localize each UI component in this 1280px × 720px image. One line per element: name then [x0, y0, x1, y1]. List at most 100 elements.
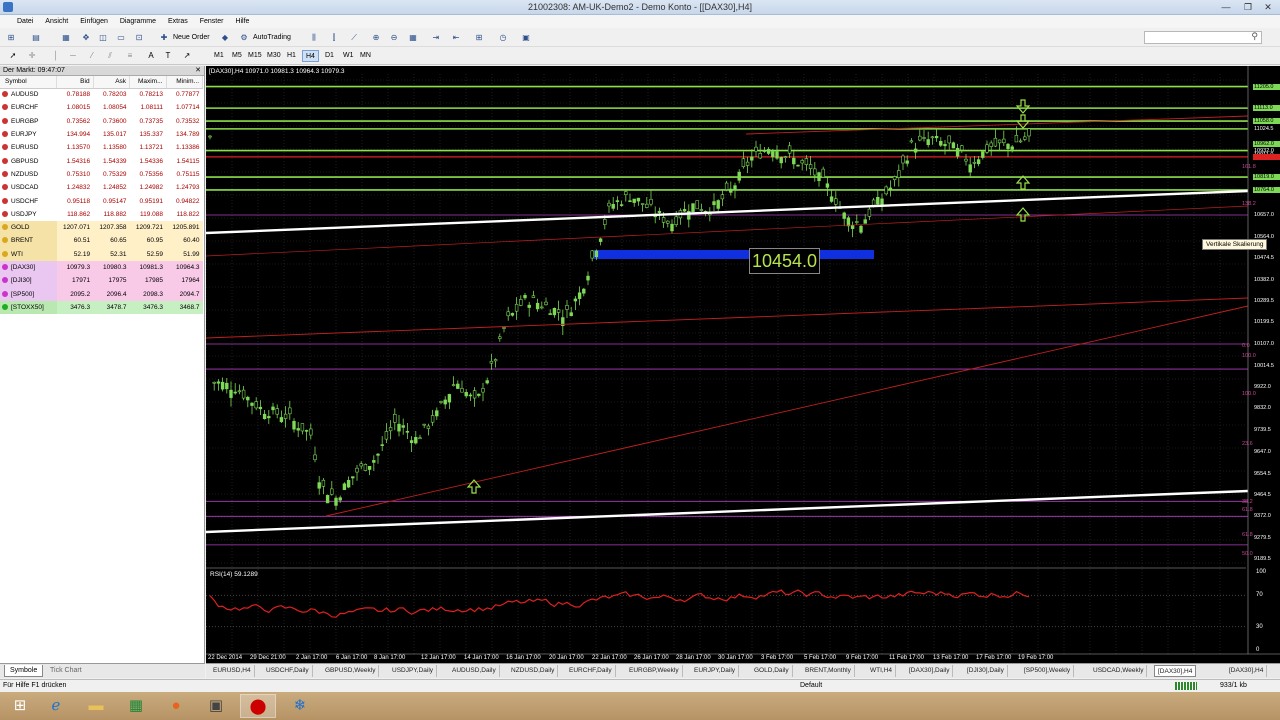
timeframe-m5[interactable]: M5 — [232, 50, 242, 62]
table-row[interactable]: [DJI30] 17971 17975 17985 17964 — [0, 274, 203, 288]
indicators-icon[interactable]: ⊞ — [473, 32, 485, 44]
timeframe-w1[interactable]: W1 — [343, 50, 354, 62]
table-row[interactable]: EURJPY 134.994 135.017 135.337 134.789 — [0, 128, 203, 141]
chart-tab[interactable]: AUDUSD,Daily — [449, 665, 500, 677]
chart-tab[interactable]: BRENT,Monthly — [802, 665, 855, 677]
price-chart-canvas[interactable] — [206, 66, 1280, 663]
terminal-icon[interactable]: ▭ — [115, 32, 127, 44]
chart-tab[interactable]: USDCHF,Daily — [263, 665, 313, 677]
table-row[interactable]: AUDUSD 0.78188 0.78203 0.78213 0.77877 — [0, 88, 203, 101]
timeframe-mn[interactable]: MN — [360, 50, 371, 62]
column-header[interactable]: Bid — [56, 76, 94, 89]
candlestick-icon[interactable]: ⫿ — [328, 32, 340, 44]
chart-tab[interactable]: USDJPY,Daily — [389, 665, 438, 677]
menu-help[interactable]: Hilfe — [230, 15, 254, 28]
chart-tab[interactable]: [DAX30],Daily — [906, 665, 954, 677]
maximize-button[interactable]: ❐ — [1238, 1, 1258, 13]
profiles-icon[interactable]: ▤ — [30, 32, 42, 44]
timeframe-m30[interactable]: M30 — [267, 50, 281, 62]
minimize-button[interactable]: — — [1216, 1, 1236, 13]
navigator-icon[interactable]: ◫ — [97, 32, 109, 44]
table-row[interactable]: GOLD 1207.071 1207.358 1209.721 1205.891 — [0, 220, 203, 235]
periods-icon[interactable]: ◷ — [497, 32, 509, 44]
vertical-line-icon[interactable]: │ — [50, 50, 62, 62]
chart-window[interactable]: [DAX30],H4 10971.0 10981.3 10964.3 10979… — [206, 66, 1280, 663]
app-icon[interactable]: ▣ — [198, 694, 234, 718]
table-row[interactable]: USDCAD 1.24832 1.24852 1.24982 1.24793 — [0, 181, 203, 194]
zoom-in-icon[interactable]: ⊕ — [370, 32, 382, 44]
tab-tick-chart[interactable]: Tick Chart — [45, 665, 87, 677]
metatrader-icon[interactable]: ⬤ — [240, 694, 276, 718]
chart-tab[interactable]: EURJPY,Daily — [691, 665, 740, 677]
column-header[interactable]: Minim... — [166, 76, 204, 89]
file-explorer-icon[interactable]: ▬ — [78, 694, 114, 718]
crosshair-tool-icon[interactable]: ✛ — [26, 50, 38, 62]
table-row[interactable]: EURUSD 1.13570 1.13580 1.13721 1.13386 — [0, 141, 203, 154]
table-row[interactable]: NZDUSD 0.75310 0.75329 0.75356 0.75115 — [0, 168, 203, 181]
table-row[interactable]: USDCHF 0.95118 0.95147 0.95191 0.94822 — [0, 194, 203, 207]
table-row[interactable]: [SP500] 2095.2 2096.4 2098.3 2094.7 — [0, 287, 203, 301]
table-row[interactable]: [STOXX50] 3476.3 3478.7 3476.3 3468.7 — [0, 300, 203, 315]
table-row[interactable]: USDJPY 118.862 118.882 119.088 118.822 — [0, 208, 203, 221]
table-row[interactable]: EURCHF 1.08015 1.08054 1.08111 1.07714 — [0, 101, 203, 114]
menu-tools[interactable]: Extras — [163, 15, 193, 28]
price-label[interactable]: 10454.0 — [749, 248, 821, 274]
start-icon[interactable]: ⊞ — [2, 694, 38, 718]
timeframe-h1[interactable]: H1 — [287, 50, 296, 62]
autotrading-icon[interactable]: ⚙ — [238, 32, 250, 44]
menu-charts[interactable]: Diagramme — [115, 15, 161, 28]
chart-tab[interactable]: [DAX30],H4 — [1154, 665, 1197, 677]
snowflake-app-icon[interactable]: ❄ — [282, 694, 318, 718]
timeframe-h4[interactable]: H4 — [302, 50, 319, 62]
new-order-icon[interactable]: ✚ — [158, 32, 170, 44]
label-tool-icon[interactable]: T — [162, 50, 174, 62]
table-row[interactable]: WTI 52.19 52.31 52.59 51.99 — [0, 247, 203, 261]
menu-window[interactable]: Fenster — [195, 15, 229, 28]
column-header[interactable]: Symbol — [0, 76, 58, 89]
crosshair-icon[interactable]: ✥ — [80, 32, 92, 44]
chart-tab[interactable]: GBPUSD,Weekly — [322, 665, 380, 677]
close-icon[interactable]: ✕ — [195, 66, 201, 76]
excel-icon[interactable]: ▦ — [118, 694, 154, 718]
menu-view[interactable]: Ansicht — [40, 15, 73, 28]
table-row[interactable]: EURGBP 0.73562 0.73600 0.73735 0.73532 — [0, 115, 203, 128]
column-header[interactable]: Maxim... — [129, 76, 167, 89]
search-icon[interactable]: ⚲ — [1251, 31, 1258, 42]
channel-icon[interactable]: ⫽ — [104, 50, 116, 62]
chart-tab[interactable]: EURUSD,H4 — [210, 665, 255, 677]
horizontal-line-icon[interactable]: ─ — [67, 50, 79, 62]
zoom-out-icon[interactable]: ⊖ — [388, 32, 400, 44]
internet-explorer-icon[interactable]: ℯ — [38, 694, 74, 718]
line-chart-icon[interactable]: ⟋ — [348, 32, 360, 44]
table-row[interactable]: [DAX30] 10979.3 10980.3 10981.3 10964.3 — [0, 260, 203, 275]
chart-tab[interactable]: GOLD,Daily — [751, 665, 793, 677]
search-input[interactable] — [1144, 31, 1262, 44]
new-chart-icon[interactable]: ⊞ — [5, 32, 17, 44]
tile-windows-icon[interactable]: ▦ — [407, 32, 419, 44]
metaeditor-icon[interactable]: ◆ — [219, 32, 231, 44]
chart-tab[interactable]: WTI,H4 — [867, 665, 897, 677]
chart-tab[interactable]: EURCHF,Daily — [566, 665, 616, 677]
bar-chart-icon[interactable]: ⫼ — [308, 32, 320, 44]
close-button[interactable]: ✕ — [1258, 1, 1278, 13]
market-watch-icon[interactable]: ▦ — [60, 32, 72, 44]
menu-insert[interactable]: Einfügen — [75, 15, 113, 28]
strategy-tester-icon[interactable]: ⊡ — [133, 32, 145, 44]
templates-icon[interactable]: ▣ — [520, 32, 532, 44]
chart-tab[interactable]: [DAX30],H4 — [1226, 665, 1268, 677]
table-row[interactable]: BRENT 60.51 60.65 60.95 60.40 — [0, 234, 203, 248]
tab-symbols[interactable]: Symbole — [4, 665, 44, 677]
chart-tab[interactable]: [SP500],Weekly — [1021, 665, 1075, 677]
autotrading-button[interactable]: AutoTrading — [253, 32, 291, 44]
chart-tab[interactable]: USDCAD,Weekly — [1090, 665, 1148, 677]
fibonacci-icon[interactable]: ≡ — [124, 50, 136, 62]
timeframe-m15[interactable]: M15 — [248, 50, 262, 62]
menu-file[interactable]: Datei — [12, 15, 38, 28]
chart-tab[interactable]: NZDUSD,Daily — [508, 665, 559, 677]
timeframe-d1[interactable]: D1 — [325, 50, 334, 62]
arrows-tool-icon[interactable]: ↗ — [181, 50, 193, 62]
new-order-button[interactable]: Neue Order — [173, 32, 210, 44]
firefox-icon[interactable]: ● — [158, 694, 194, 718]
chart-tab[interactable]: EURGBP,Weekly — [626, 665, 683, 677]
trendline-icon[interactable]: ⁄ — [86, 50, 98, 62]
